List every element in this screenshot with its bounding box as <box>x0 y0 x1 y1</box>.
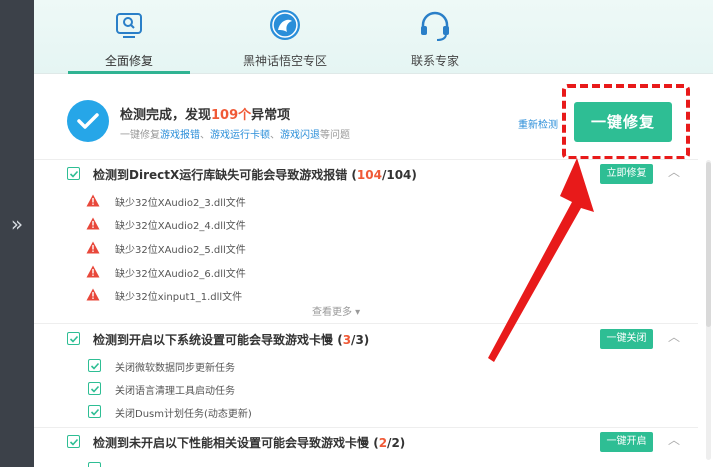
item-text: 缺少32位xinput1_1.dll文件 <box>115 292 243 303</box>
section-found-count: 3 <box>342 333 352 347</box>
check-circle-icon <box>67 100 109 142</box>
warning-icon <box>86 241 100 254</box>
section-total-count: 2 <box>391 436 400 450</box>
tab-full-repair[interactable]: 全面修复 <box>68 0 190 74</box>
warning-icon <box>86 194 100 207</box>
tab-full-repair-label: 全面修复 <box>104 54 153 68</box>
link-game-lag[interactable]: 游戏运行卡顿 <box>210 130 270 141</box>
warning-icon <box>86 288 100 301</box>
chevron-up-icon[interactable]: ︿ <box>667 330 681 344</box>
summary-title: 检测完成，发现109个异常项 <box>120 104 290 123</box>
tab-bar: 全面修复 黑神话悟空专区 联系专家 <box>34 0 713 74</box>
scan-summary: 检测完成，发现109个异常项 一键修复游戏报错、游戏运行卡顿、游戏闪退等问题 重… <box>34 74 713 160</box>
chevron-up-icon[interactable]: ︿ <box>667 433 681 447</box>
summary-subtitle: 一键修复游戏报错、游戏运行卡顿、游戏闪退等问题 <box>120 126 350 141</box>
section-title: 检测到未开启以下性能相关设置可能会导致游戏卡慢 (2/2) <box>93 436 406 450</box>
view-more-link[interactable]: 查看更多 ▾ <box>312 303 360 318</box>
highlight-dashed-box <box>562 84 690 160</box>
section-title: 检测到DirectX运行库缺失可能会导致游戏报错 (104/104) <box>93 168 417 182</box>
fix-now-button[interactable]: 立即修复 <box>600 164 653 184</box>
section-found-count: 104 <box>356 168 382 182</box>
summary-title-prefix: 检测完成，发现 <box>120 108 212 123</box>
section-checkbox[interactable] <box>67 332 80 345</box>
left-rail: » <box>0 0 34 467</box>
item-checkbox[interactable] <box>88 359 101 372</box>
item-text: 关闭Dusm计划任务(动态更新) <box>115 409 252 420</box>
separator: 、 <box>200 130 210 141</box>
tab-contact-expert[interactable]: 联系专家 <box>380 0 490 74</box>
headset-icon <box>421 11 449 41</box>
section-checkbox[interactable] <box>67 167 80 180</box>
one-click-close-button[interactable]: 一键关闭 <box>600 329 653 349</box>
list-item: 关闭语言清理工具启动任务 <box>34 378 594 400</box>
summary-title-suffix: 异常项 <box>251 108 291 123</box>
tab-wukong-zone[interactable]: 黑神话悟空专区 <box>230 0 340 74</box>
chevron-up-icon[interactable]: ︿ <box>667 165 681 179</box>
summary-sub-suffix: 等问题 <box>320 130 350 141</box>
item-text: 关闭语言清理工具启动任务 <box>115 386 235 397</box>
section-title-text: 检测到开启以下系统设置可能会导致游戏卡慢 <box>93 333 334 347</box>
section-total-count: 104 <box>386 168 412 182</box>
item-text: 缺少32位XAudio2_3.dll文件 <box>115 198 246 209</box>
issue-count: 109个 <box>211 108 252 123</box>
section-performance-header: 检测到未开启以下性能相关设置可能会导致游戏卡慢 (2/2) 一键开启 ︿ <box>34 427 698 457</box>
warning-icon <box>86 217 100 230</box>
section-title-text: 检测到未开启以下性能相关设置可能会导致游戏卡慢 <box>93 436 370 450</box>
list-item: 关闭Dusm计划任务(动态更新) <box>34 401 594 423</box>
item-text: 缺少32位XAudio2_4.dll文件 <box>115 221 246 232</box>
item-checkbox[interactable] <box>88 462 101 467</box>
item-text: 缺少32位XAudio2_6.dll文件 <box>115 269 246 280</box>
chevron-double-right-icon[interactable]: » <box>8 212 26 236</box>
item-text: 关闭微软数据同步更新任务 <box>115 363 235 374</box>
separator: 、 <box>270 130 280 141</box>
section-checkbox[interactable] <box>67 435 80 448</box>
one-click-enable-button[interactable]: 一键开启 <box>600 432 653 452</box>
wukong-logo-icon <box>270 10 300 40</box>
section-title-text: 检测到DirectX运行库缺失可能会导致游戏报错 <box>93 168 348 182</box>
red-arrow-annotation <box>488 158 594 362</box>
item-text: 缺少32位XAudio2_5.dll文件 <box>115 245 246 256</box>
section-title: 检测到开启以下系统设置可能会导致游戏卡慢 (3/3) <box>93 333 370 347</box>
link-game-crash[interactable]: 游戏闪退 <box>280 130 320 141</box>
monitor-search-icon <box>116 13 142 38</box>
link-game-error[interactable]: 游戏报错 <box>160 130 200 141</box>
section-found-count: 2 <box>378 436 388 450</box>
item-checkbox[interactable] <box>88 382 101 395</box>
warning-icon <box>86 265 100 278</box>
scrollbar-thumb[interactable] <box>706 162 711 327</box>
summary-sub-prefix: 一键修复 <box>120 130 160 141</box>
section-total-count: 3 <box>355 333 364 347</box>
item-checkbox[interactable] <box>88 405 101 418</box>
tab-contact-expert-label: 联系专家 <box>410 54 459 68</box>
rescan-link[interactable]: 重新检测 <box>518 116 558 131</box>
tab-wukong-zone-label: 黑神话悟空专区 <box>242 54 327 68</box>
